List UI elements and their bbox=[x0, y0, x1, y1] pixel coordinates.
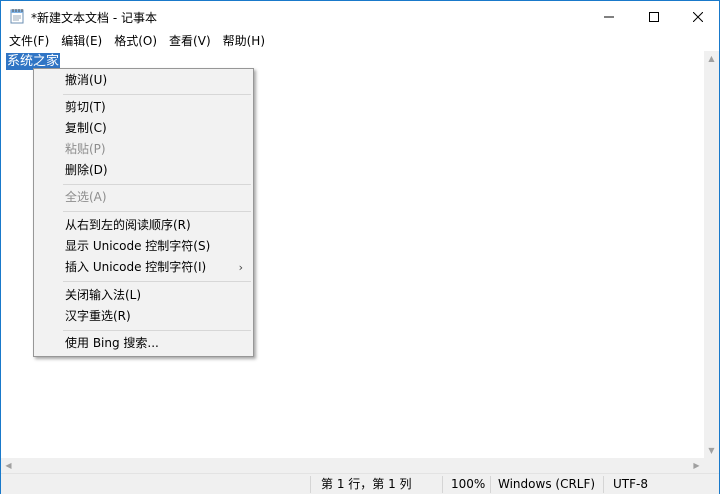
minimize-icon bbox=[604, 16, 614, 17]
menu-separator bbox=[63, 330, 251, 331]
menu-item-cut[interactable]: 剪切(T) bbox=[34, 97, 253, 118]
menu-separator bbox=[63, 281, 251, 282]
menu-item-insert-unicode-control[interactable]: 插入 Unicode 控制字符(I) › bbox=[34, 257, 253, 278]
scroll-right-icon[interactable]: ▶ bbox=[689, 458, 704, 473]
context-menu: 撤消(U) 剪切(T) 复制(C) 粘贴(P) 删除(D) 全选(A) 从右到左… bbox=[33, 68, 254, 357]
scroll-down-icon[interactable]: ▼ bbox=[704, 443, 719, 458]
menu-item-bing-search[interactable]: 使用 Bing 搜索... bbox=[34, 333, 253, 354]
menu-separator bbox=[63, 184, 251, 185]
status-divider bbox=[310, 476, 311, 493]
menu-view[interactable]: 查看(V) bbox=[165, 32, 215, 51]
status-divider bbox=[442, 476, 443, 493]
menu-item-close-ime[interactable]: 关闭输入法(L) bbox=[34, 285, 253, 306]
menu-item-undo[interactable]: 撤消(U) bbox=[34, 70, 253, 91]
status-divider bbox=[490, 476, 491, 493]
chevron-right-icon: › bbox=[238, 261, 243, 274]
status-line-ending: Windows (CRLF) bbox=[498, 477, 596, 491]
close-icon bbox=[693, 11, 703, 22]
menu-item-select-all[interactable]: 全选(A) bbox=[34, 187, 253, 208]
minimize-button[interactable] bbox=[587, 1, 631, 32]
notepad-icon[interactable] bbox=[10, 8, 24, 24]
status-zoom: 100% bbox=[451, 477, 486, 491]
window-title: *新建文本文档 - 记事本 bbox=[31, 11, 157, 25]
scroll-up-icon[interactable]: ▲ bbox=[704, 51, 719, 66]
maximize-button[interactable] bbox=[632, 1, 676, 32]
title-bar[interactable]: *新建文本文档 - 记事本 bbox=[1, 1, 719, 32]
status-divider bbox=[603, 476, 604, 493]
scroll-left-icon[interactable]: ◀ bbox=[1, 458, 16, 473]
status-encoding: UTF-8 bbox=[613, 477, 648, 491]
close-button[interactable] bbox=[676, 1, 720, 32]
menu-item-reconversion[interactable]: 汉字重选(R) bbox=[34, 306, 253, 327]
vertical-scrollbar[interactable]: ▲ ▼ bbox=[704, 51, 719, 458]
status-position: 第 1 行，第 1 列 bbox=[321, 477, 412, 491]
menu-item-delete[interactable]: 删除(D) bbox=[34, 160, 253, 181]
menu-format[interactable]: 格式(O) bbox=[110, 32, 161, 51]
scrollbar-corner bbox=[704, 458, 719, 473]
menu-edit[interactable]: 编辑(E) bbox=[57, 32, 106, 51]
menu-help[interactable]: 帮助(H) bbox=[219, 32, 269, 51]
menu-item-rtl-reading-order[interactable]: 从右到左的阅读顺序(R) bbox=[34, 215, 253, 236]
menu-file[interactable]: 文件(F) bbox=[5, 32, 53, 51]
menu-item-show-unicode-control[interactable]: 显示 Unicode 控制字符(S) bbox=[34, 236, 253, 257]
horizontal-scrollbar[interactable]: ◀ ▶ bbox=[1, 458, 704, 473]
menu-bar: 文件(F) 编辑(E) 格式(O) 查看(V) 帮助(H) bbox=[1, 32, 719, 51]
maximize-icon bbox=[649, 11, 659, 22]
menu-item-insert-unicode-label: 插入 Unicode 控制字符(I) bbox=[65, 260, 207, 274]
status-bar: 第 1 行，第 1 列 100% Windows (CRLF) UTF-8 bbox=[1, 473, 719, 494]
menu-separator bbox=[63, 94, 251, 95]
menu-separator bbox=[63, 211, 251, 212]
menu-item-copy[interactable]: 复制(C) bbox=[34, 118, 253, 139]
menu-item-paste[interactable]: 粘贴(P) bbox=[34, 139, 253, 160]
